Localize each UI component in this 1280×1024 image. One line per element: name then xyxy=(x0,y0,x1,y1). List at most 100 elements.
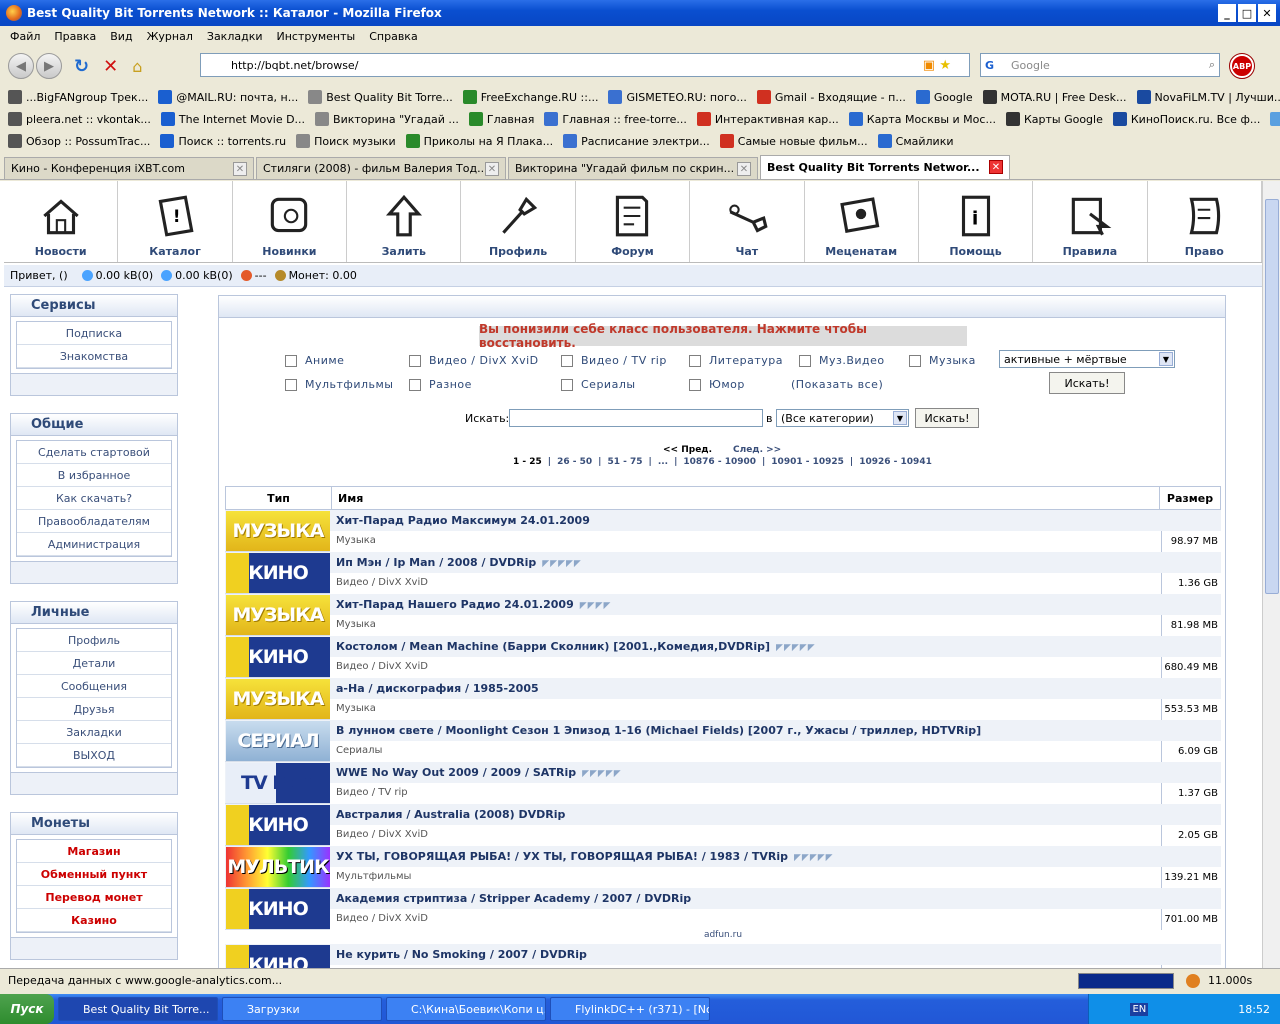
sidebar-item[interactable]: Обменный пункт xyxy=(17,863,171,886)
category-checkbox[interactable]: Муз.Видео xyxy=(799,354,885,367)
bookmark-item[interactable]: Самые новые фильм... xyxy=(719,134,868,148)
tab-close-icon[interactable]: ✕ xyxy=(989,160,1003,174)
checkbox-box[interactable] xyxy=(689,354,701,367)
sidebar-item[interactable]: Знакомства xyxy=(17,345,171,368)
bookmark-item[interactable]: Best Quality Bit Torre... xyxy=(308,90,453,104)
category-badge[interactable]: КИНО xyxy=(226,945,330,968)
bookmark-item[interactable]: Викторина "Угадай ... xyxy=(315,112,459,126)
torrent-name-link[interactable]: Хит-Парад Радио Максимум 24.01.2009 xyxy=(336,514,590,527)
taskbar-button[interactable]: Загрузки xyxy=(222,997,382,1021)
status-select[interactable]: активные + мёртвые ▼ xyxy=(999,350,1175,368)
checkbox-box[interactable] xyxy=(561,354,573,367)
menu-item[interactable]: Журнал xyxy=(147,30,193,43)
col-type[interactable]: Тип xyxy=(226,487,332,509)
tab-2[interactable]: Викторина "Угадай фильм по скрин... ✕ xyxy=(508,157,758,179)
menu-item[interactable]: Правка xyxy=(54,30,96,43)
torrent-name-link[interactable]: УХ ТЫ, ГОВОРЯЩАЯ РЫБА! / УХ ТЫ, ГОВОРЯЩА… xyxy=(336,850,834,863)
bookmark-item[interactable]: Смайлики xyxy=(877,134,954,148)
bookmark-item[interactable]: FreeExchange.RU ::... xyxy=(462,90,598,104)
pager-link[interactable]: 51 - 75 xyxy=(607,457,642,467)
nav-patron[interactable]: Меценатам xyxy=(805,181,919,262)
minimize-button[interactable]: _ xyxy=(1218,4,1236,22)
pager-prev[interactable]: << Пред. xyxy=(663,445,712,455)
checkbox-box[interactable] xyxy=(909,354,921,367)
reload-icon[interactable]: ↻ xyxy=(74,56,89,77)
sidebar-item[interactable]: Правообладателям xyxy=(17,510,171,533)
bookmark-item[interactable]: КиноПоиск.ru. Все ф... xyxy=(1112,112,1260,126)
category-checkbox[interactable]: Сериалы xyxy=(561,378,636,391)
bookmark-item[interactable]: Поиск :: torrents.ru xyxy=(160,134,286,148)
tab-close-icon[interactable]: ✕ xyxy=(233,162,247,176)
category-badge[interactable]: КИНО xyxy=(226,553,330,593)
bookmark-item[interactable]: NovaFiLM.TV | Лучши... xyxy=(1136,90,1280,104)
category-checkbox[interactable]: Музыка xyxy=(909,354,976,367)
tab-0[interactable]: Кино - Конференция iXBT.com ✕ xyxy=(4,157,254,179)
show-all-link[interactable]: (Показать все) xyxy=(791,378,883,391)
bookmark-item[interactable]: ...BigFANgroup Трек... xyxy=(8,90,148,104)
home-icon[interactable]: ⌂ xyxy=(132,57,142,76)
category-badge[interactable]: TV РИП xyxy=(226,763,330,803)
category-badge[interactable]: МУЛЬТИК xyxy=(226,847,330,887)
category-badge[interactable]: СЕРИАЛ xyxy=(226,721,330,761)
pager-link[interactable]: 10876 - 10900 xyxy=(683,457,756,467)
torrent-name-link[interactable]: a-Ha / дискография / 1985-2005 xyxy=(336,682,539,695)
tab-3[interactable]: Best Quality Bit Torrents Networ... ✕ xyxy=(760,155,1010,179)
pager-link[interactable]: ... xyxy=(658,457,668,467)
col-size[interactable]: Размер xyxy=(1160,487,1220,509)
bookmark-item[interactable]: @MAIL.RU: почта, н... xyxy=(158,90,298,104)
bookmark-item[interactable]: Приколы на Я Плака... xyxy=(405,134,553,148)
page-scrollbar[interactable] xyxy=(1262,181,1280,968)
sidebar-item[interactable]: Сделать стартовой xyxy=(17,441,171,464)
bookmark-item[interactable]: Интерактивная кар... xyxy=(696,112,839,126)
start-button[interactable]: Пуск xyxy=(0,994,54,1024)
bookmark-item[interactable]: Главная :: free-torre... xyxy=(544,112,687,126)
catalog-search-input[interactable] xyxy=(509,409,763,427)
bookmark-item[interactable]: Google xyxy=(915,90,973,104)
sidebar-item[interactable]: Сообщения xyxy=(17,675,171,698)
bookmark-item[interactable]: Клавогонки xyxy=(1270,112,1280,126)
category-checkbox[interactable]: Юмор xyxy=(689,378,745,391)
torrent-name-link[interactable]: Не курить / No Smoking / 2007 / DVDRip xyxy=(336,948,587,961)
nav-house[interactable]: Новости xyxy=(4,181,119,262)
torrent-name-link[interactable]: Академия стриптиза / Stripper Academy / … xyxy=(336,892,691,905)
pager-link[interactable]: 10926 - 10941 xyxy=(859,457,932,467)
bookmark-item[interactable]: Поиск музыки xyxy=(296,134,396,148)
checkbox-box[interactable] xyxy=(799,354,811,367)
category-badge[interactable]: МУЗЫКА xyxy=(226,595,330,635)
checkbox-box[interactable] xyxy=(689,378,701,391)
bookmark-item[interactable]: Карта Москвы и Мос... xyxy=(848,112,996,126)
checkbox-box[interactable] xyxy=(285,354,297,367)
forward-button[interactable]: ▶ xyxy=(36,53,62,79)
torrent-name-link[interactable]: В лунном свете / Moonlight Сезон 1 Эпизо… xyxy=(336,724,981,737)
sidebar-item[interactable]: Друзья xyxy=(17,698,171,721)
taskbar-button[interactable]: Best Quality Bit Torre... xyxy=(58,997,218,1021)
category-checkbox[interactable]: Видео / DivX XviD xyxy=(409,354,539,367)
ad-link[interactable]: adfun.ru xyxy=(225,930,1221,944)
category-checkbox[interactable]: Аниме xyxy=(285,354,344,367)
filter-search-button[interactable]: Искать! xyxy=(1049,372,1125,394)
category-badge[interactable]: МУЗЫКА xyxy=(226,679,330,719)
rss-icon[interactable]: ▣ xyxy=(923,58,935,73)
nav-rules-cursor[interactable]: Правила xyxy=(1033,181,1148,262)
maximize-button[interactable]: □ xyxy=(1238,4,1256,22)
sidebar-item[interactable]: Детали xyxy=(17,652,171,675)
menu-item[interactable]: Закладки xyxy=(207,30,263,43)
sidebar-item[interactable]: Подписка xyxy=(17,322,171,345)
nav-new[interactable]: Новинки xyxy=(233,181,348,262)
bookmark-item[interactable]: The Internet Movie D... xyxy=(160,112,305,126)
category-badge[interactable]: КИНО xyxy=(226,889,330,929)
pager-next[interactable]: След. >> xyxy=(733,445,781,455)
col-name[interactable]: Имя xyxy=(332,487,1160,509)
bookmark-item[interactable]: pleera.net :: vkontak... xyxy=(8,112,151,126)
sidebar-item[interactable]: ВЫХОД xyxy=(17,744,171,767)
bookmark-item[interactable]: Gmail - Входящие - п... xyxy=(756,90,906,104)
nav-upload-arrow[interactable]: Залить xyxy=(347,181,462,262)
menu-item[interactable]: Инструменты xyxy=(277,30,356,43)
torrent-name-link[interactable]: Австралия / Australia (2008) DVDRip xyxy=(336,808,565,821)
menu-item[interactable]: Справка xyxy=(369,30,417,43)
nav-wrench[interactable]: Профиль xyxy=(461,181,576,262)
category-badge[interactable]: КИНО xyxy=(226,637,330,677)
bookmark-item[interactable]: Обзор :: PossumTrac... xyxy=(8,134,150,148)
magnifier-icon[interactable]: ⌕ xyxy=(1209,58,1215,72)
bookmark-item[interactable]: MOTA.RU | Free Desk... xyxy=(982,90,1127,104)
